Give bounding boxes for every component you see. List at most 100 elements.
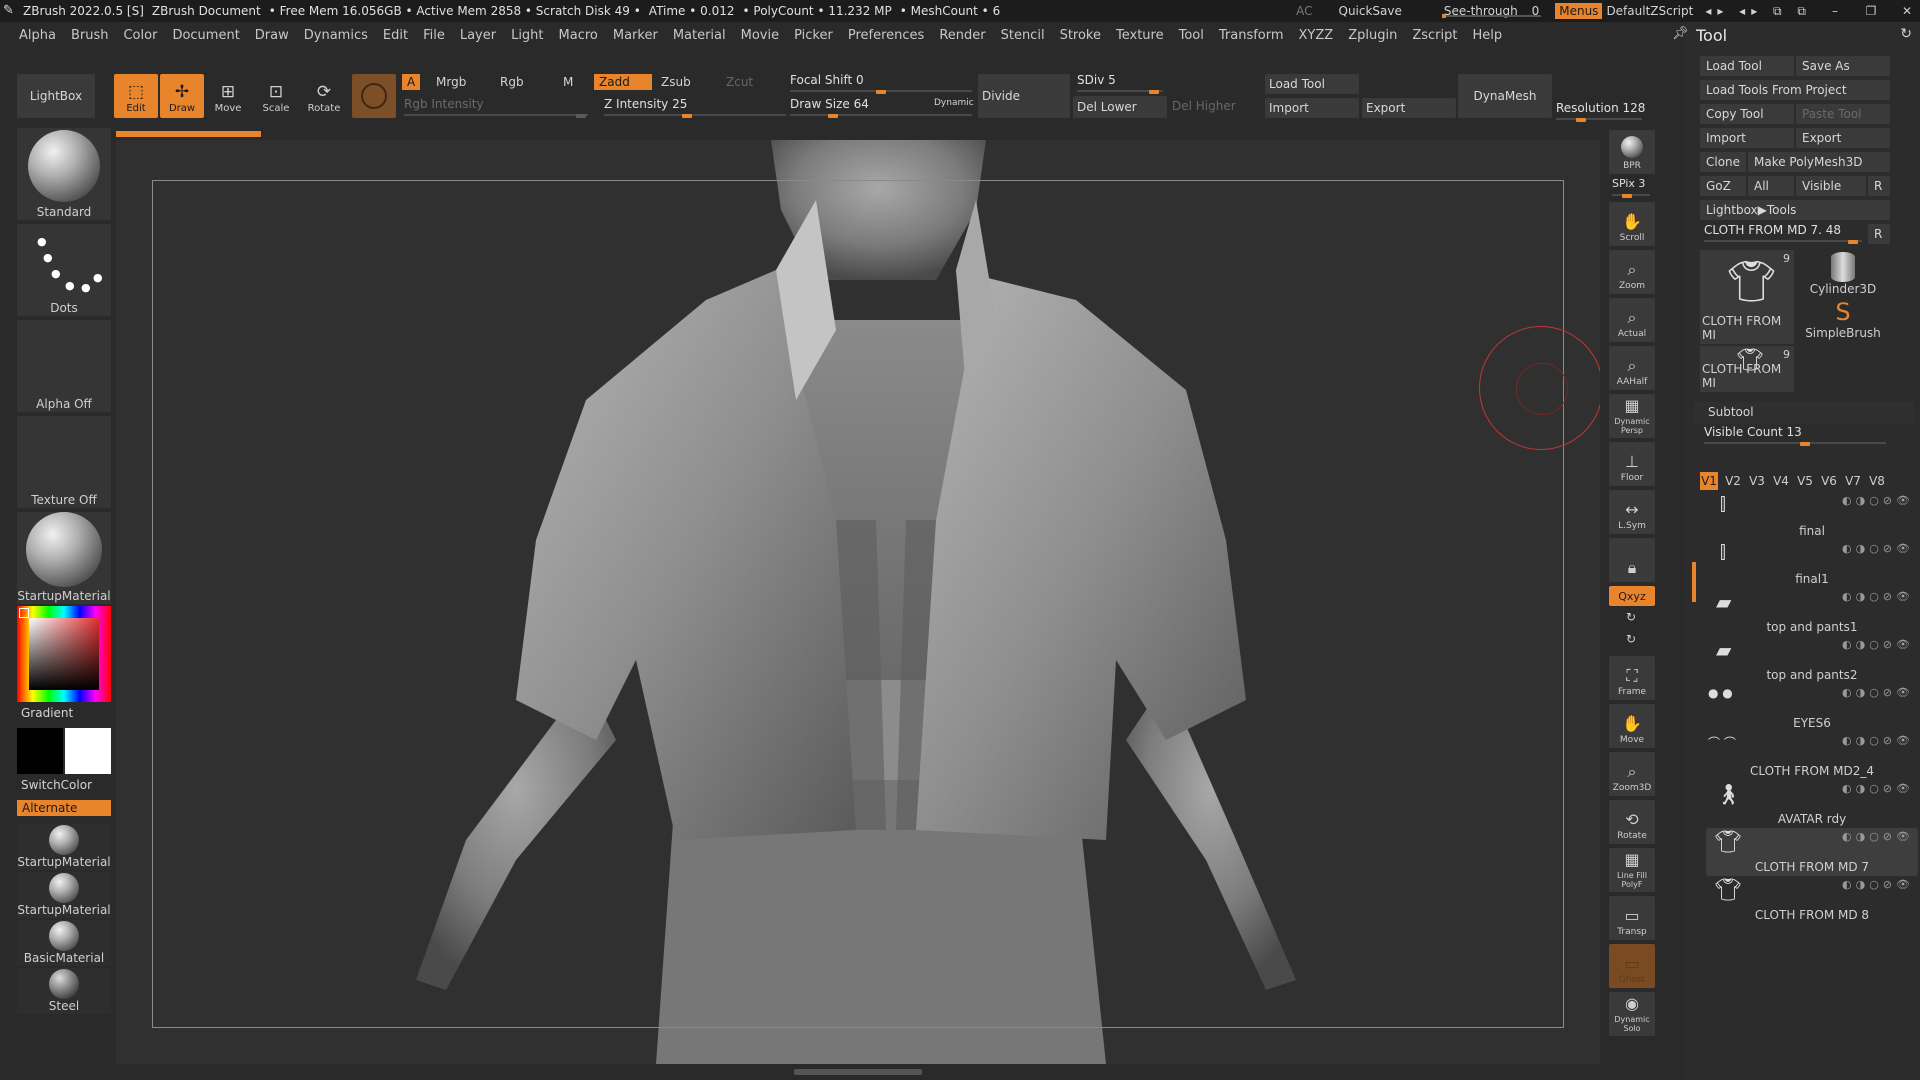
clone-button[interactable]: Clone (1700, 152, 1746, 172)
menu-dynamics[interactable]: Dynamics (304, 28, 368, 43)
texture-slot[interactable]: Texture Off (17, 416, 111, 508)
goz-button[interactable]: GoZ (1700, 176, 1746, 196)
frame-button[interactable]: ⛶ Frame (1609, 656, 1655, 700)
menu-stencil[interactable]: Stencil (1001, 28, 1045, 43)
make-polymesh3d-button[interactable]: Make PolyMesh3D (1748, 152, 1890, 172)
goz-all-button[interactable]: All (1748, 176, 1794, 196)
dynamic-toggle[interactable]: Dynamic (934, 98, 974, 108)
material-slot-4[interactable]: Steel (17, 968, 111, 1014)
bpr-button[interactable]: BPR (1609, 130, 1655, 174)
focal-shift-slider[interactable]: Focal Shift 0 (786, 72, 976, 94)
ghost-button[interactable]: ▭ Ghost (1609, 944, 1655, 988)
bottom-tray-handle[interactable] (794, 1069, 922, 1075)
material-slot-1[interactable]: StartupMaterial (17, 824, 111, 870)
ac-label[interactable]: AC (1296, 4, 1312, 18)
import-button[interactable]: Import (1265, 98, 1359, 118)
subtool-item[interactable]: ▰ ◐◑○⊘👁︎ top and pants1 (1706, 588, 1918, 636)
mrgb-button[interactable]: Mrgb (436, 75, 466, 89)
scroll-button[interactable]: ✋ Scroll (1609, 202, 1655, 246)
panel-refresh-icon[interactable]: ↻ (1900, 26, 1912, 42)
menu-tool[interactable]: Tool (1179, 28, 1204, 43)
zsub-button[interactable]: Zsub (661, 75, 691, 89)
menu-light[interactable]: Light (511, 28, 543, 43)
zoom-button[interactable]: ⌕ Zoom (1609, 250, 1655, 294)
export-button[interactable]: Export (1362, 98, 1456, 118)
menu-movie[interactable]: Movie (741, 28, 779, 43)
subtool-visibility-icons[interactable]: ◐◑○⊘👁︎ (1842, 878, 1914, 891)
menu-xyzz[interactable]: XYZZ (1299, 28, 1334, 43)
menu-edit[interactable]: Edit (383, 28, 408, 43)
close-icon[interactable]: ✕ (1894, 4, 1920, 18)
subtool-header[interactable]: Subtool (1694, 402, 1914, 424)
draw-mode-button[interactable]: ✢ Draw (160, 74, 204, 118)
rgb-button[interactable]: Rgb (500, 75, 524, 89)
m-button[interactable]: M (563, 75, 573, 89)
copy-tool-button[interactable]: Copy Tool (1700, 104, 1794, 124)
material-slot[interactable]: StartupMaterial (17, 512, 111, 604)
subtool-item[interactable]: ⌒ ⌒ ◐◑○⊘👁︎ CLOTH FROM MD2_4 (1706, 732, 1918, 780)
resolution-slider[interactable]: Resolution 128 (1552, 100, 1646, 122)
menu-marker[interactable]: Marker (613, 28, 658, 43)
version-tab-v2[interactable]: V2 (1724, 472, 1742, 490)
floor-button[interactable]: ⊥ Floor (1609, 442, 1655, 486)
load-tools-from-project-button[interactable]: Load Tools From Project (1700, 80, 1890, 100)
menu-texture[interactable]: Texture (1116, 28, 1164, 43)
switch-color-button[interactable]: SwitchColor (21, 778, 92, 792)
zoom3d-button[interactable]: ⌕ Zoom3D (1609, 752, 1655, 796)
rotate-axis-2-icon[interactable]: ↻ (1626, 632, 1636, 646)
solo-button[interactable]: ◉ Dynamic Solo (1609, 992, 1655, 1036)
lightbox-button[interactable]: LightBox (17, 74, 95, 118)
menu-brush[interactable]: Brush (71, 28, 109, 43)
edit-mode-button[interactable]: ⬚ Edit (114, 74, 158, 118)
del-higher-button[interactable]: Del Higher (1172, 99, 1236, 113)
menu-help[interactable]: Help (1472, 28, 1502, 43)
z-intensity-slider[interactable]: Z Intensity 25 (600, 96, 790, 118)
menu-document[interactable]: Document (172, 28, 239, 43)
viewport-canvas[interactable] (116, 140, 1600, 1064)
minimize-icon[interactable]: – (1822, 4, 1848, 18)
version-tab-v4[interactable]: V4 (1772, 472, 1790, 490)
tool-thumb-cloth-2[interactable]: 👕︎ 9 CLOTH FROM MI (1700, 346, 1794, 392)
brush-slot-standard[interactable]: Standard (17, 128, 111, 220)
subtool-item[interactable]: ⫿ ◐◑○⊘👁︎ final1 (1706, 540, 1918, 588)
visible-count-slider[interactable]: Visible Count 13 (1700, 424, 1890, 446)
menus-toggle-button[interactable]: Menus (1555, 3, 1603, 19)
menu-file[interactable]: File (423, 28, 445, 43)
move-view-button[interactable]: ✋ Move (1609, 704, 1655, 748)
lightbox-tools-button[interactable]: Lightbox▶Tools (1700, 200, 1890, 220)
subtool-item[interactable]: 🚶︎ ◐◑○⊘👁︎ AVATAR rdy (1706, 780, 1918, 828)
material-slot-3[interactable]: BasicMaterial (17, 920, 111, 966)
subtool-visibility-icons[interactable]: ◐◑○⊘👁︎ (1842, 782, 1914, 795)
menu-macro[interactable]: Macro (559, 28, 598, 43)
menu-draw[interactable]: Draw (255, 28, 289, 43)
menu-picker[interactable]: Picker (794, 28, 833, 43)
menu-transform[interactable]: Transform (1219, 28, 1284, 43)
linefill-button[interactable]: ▦ Line Fill PolyF (1609, 848, 1655, 892)
menu-zplugin[interactable]: Zplugin (1348, 28, 1397, 43)
brush-preview-button[interactable] (352, 74, 396, 118)
current-tool-slider[interactable]: CLOTH FROM MD 7. 48 (1700, 222, 1866, 244)
color-picker[interactable] (17, 606, 111, 702)
version-tab-v6[interactable]: V6 (1820, 472, 1838, 490)
divide-button[interactable]: Divide (978, 74, 1070, 118)
subtool-item[interactable]: ⫿ ◐◑○⊘👁︎ final (1706, 492, 1918, 540)
menu-material[interactable]: Material (673, 28, 726, 43)
load-tool-button[interactable]: Load Tool (1265, 74, 1359, 94)
zadd-button[interactable]: Zadd (594, 74, 652, 90)
aahalf-button[interactable]: ⌕ AAHalf (1609, 346, 1655, 390)
import-tool-button[interactable]: Import (1700, 128, 1794, 148)
default-zscript-button[interactable]: DefaultZScript (1606, 4, 1693, 18)
subtool-visibility-icons[interactable]: ◐◑○⊘👁︎ (1842, 494, 1914, 507)
quicksave-button[interactable]: QuickSave (1339, 4, 1402, 18)
tool-thumb-cloth-1[interactable]: 👕︎ 9 CLOTH FROM MI (1700, 250, 1794, 344)
move-mode-button[interactable]: ⊞ Move (206, 74, 250, 118)
tool-thumb-cylinder3d[interactable]: Cylinder3D (1796, 250, 1890, 296)
menu-render[interactable]: Render (939, 28, 985, 43)
subtool-item-selected[interactable]: 👕︎ ◐◑○⊘👁︎ CLOTH FROM MD 7 (1706, 828, 1918, 876)
gradient-toggle[interactable]: Gradient (21, 706, 73, 720)
current-tool-r-button[interactable]: R (1868, 224, 1890, 244)
menu-layer[interactable]: Layer (460, 28, 496, 43)
spix-slider[interactable]: SPix 3 (1608, 176, 1654, 198)
persp-button[interactable]: ▦ Dynamic Persp (1609, 394, 1655, 438)
lsym-button[interactable]: ↔ L.Sym (1609, 490, 1655, 534)
